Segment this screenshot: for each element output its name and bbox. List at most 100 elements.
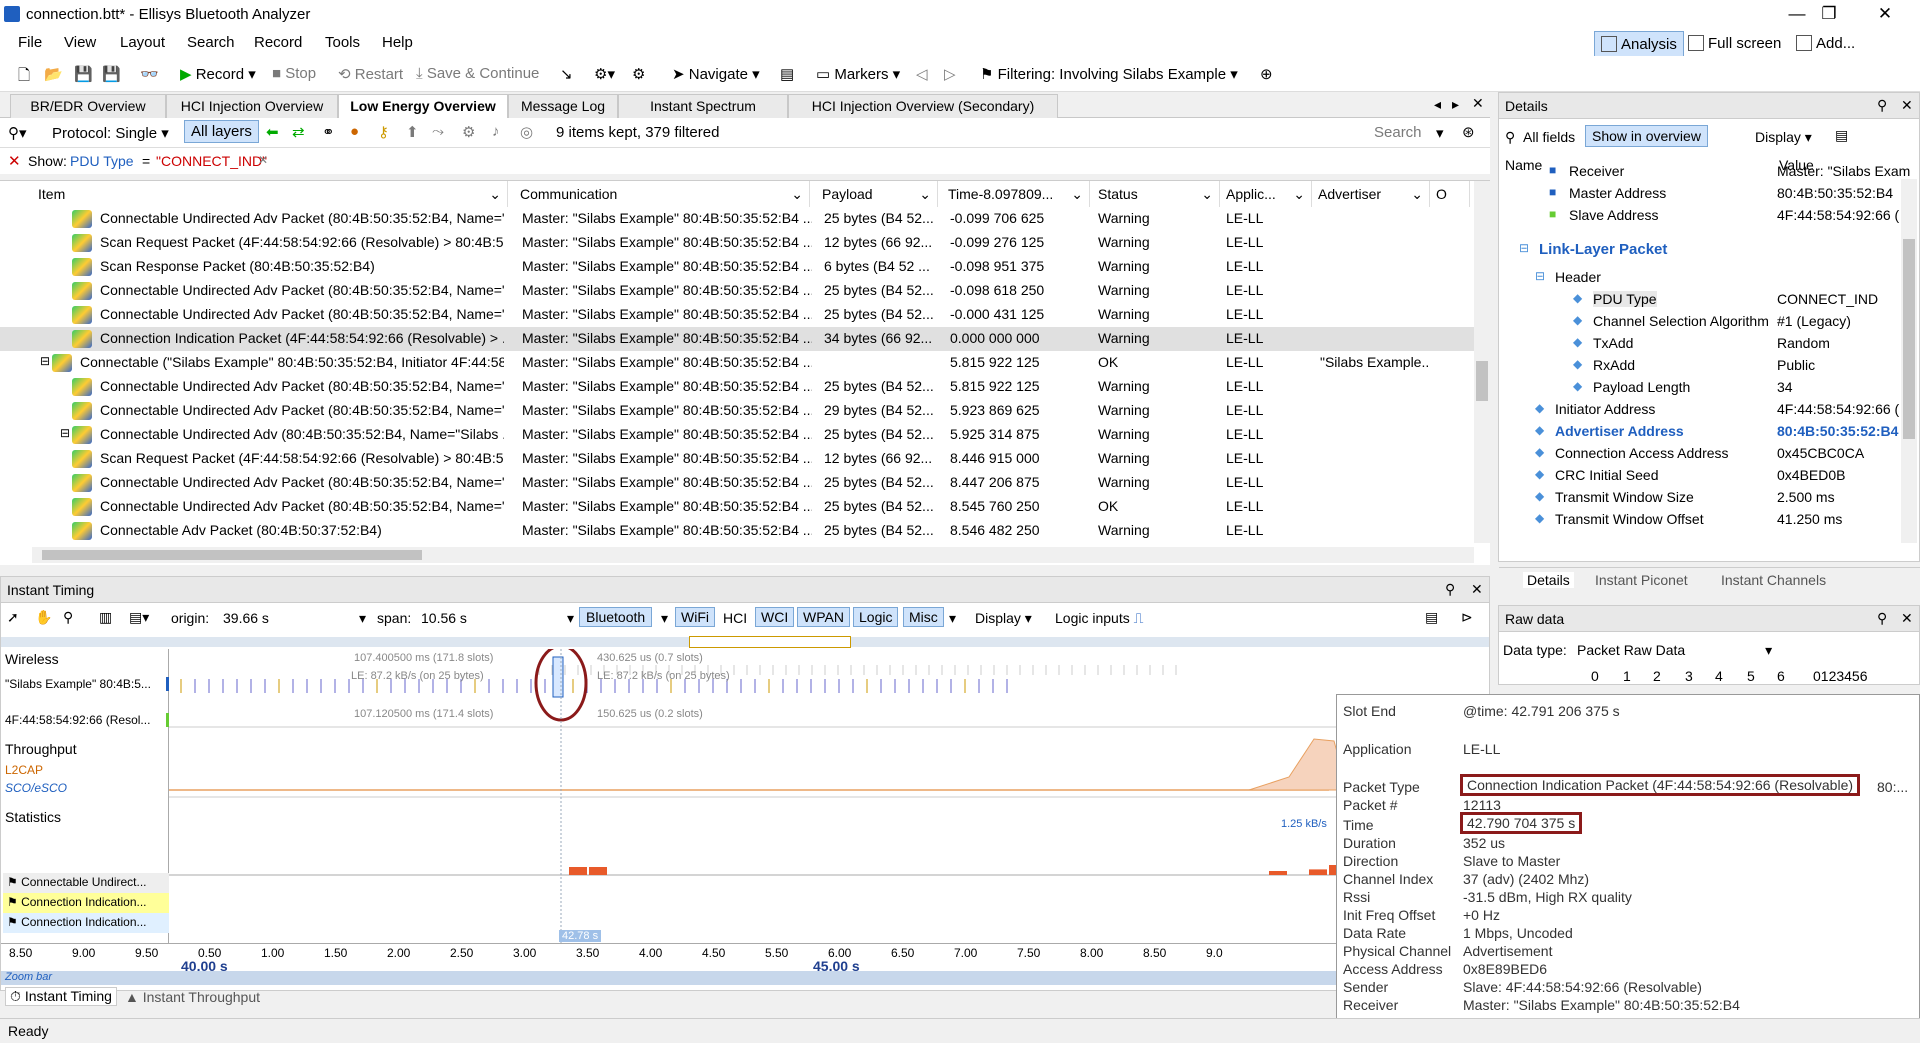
funnel-icon[interactable]: ⚲▾	[8, 124, 27, 142]
new-file-icon[interactable]: 🗋	[18, 65, 30, 90]
details-pin-icon[interactable]: ⚲	[1877, 97, 1887, 114]
remove-filter-icon[interactable]: ✕	[8, 152, 21, 170]
details-display-dropdown[interactable]: Display ▾	[1755, 129, 1812, 146]
misc-dropdown-icon[interactable]: ▾	[949, 610, 956, 627]
col-header-item[interactable]: Item ⌄	[32, 181, 508, 207]
tool-icon-2[interactable]: ⤳	[432, 123, 444, 140]
details-tab-instant-channels[interactable]: Instant Channels	[1721, 572, 1826, 588]
filter-icon[interactable]: ●	[350, 123, 359, 140]
details-tab-instant-piconet[interactable]: Instant Piconet	[1595, 572, 1688, 588]
restart-button[interactable]: ⟲ Restart	[338, 65, 403, 83]
all-fields-button[interactable]: All fields	[1523, 129, 1575, 145]
grid-vertical-scrollbar[interactable]	[1474, 181, 1490, 543]
link-icon[interactable]: ⚭	[322, 123, 335, 141]
timing-more-icon[interactable]: ⊳	[1461, 609, 1473, 626]
filter-logic[interactable]: Logic	[853, 607, 899, 627]
tool-icon-4[interactable]: ♪	[492, 123, 500, 140]
save-as-icon[interactable]: 💾	[102, 65, 121, 83]
markers-button[interactable]: ▭ Markers ▾	[816, 65, 900, 83]
save-icon[interactable]: 💾	[74, 65, 93, 83]
filter-hci[interactable]: HCI	[723, 610, 747, 626]
tab-instant-timing[interactable]: ⏱ Instant Timing	[5, 987, 117, 1006]
table-row[interactable]: Connectable Adv Packet (80:4B:50:37:52:B…	[0, 519, 1474, 543]
tab-close-icon[interactable]: ✕	[1472, 95, 1484, 112]
remove-condition-icon[interactable]: ✕	[258, 153, 268, 167]
timing-pin-icon[interactable]: ⚲	[1445, 581, 1455, 598]
filter-wci[interactable]: WCI	[755, 607, 795, 627]
set-icon[interactable]: ⚙▾	[594, 65, 615, 83]
menu-view[interactable]: View	[64, 34, 96, 51]
layout-icon[interactable]: ▥	[99, 609, 112, 626]
menu-tools[interactable]: Tools	[325, 34, 360, 51]
menu-file[interactable]: File	[18, 34, 42, 51]
table-row[interactable]: Scan Request Packet (4F:44:58:54:92:66 (…	[0, 231, 1474, 255]
search-input[interactable]: Search	[1374, 124, 1422, 141]
timing-export-icon[interactable]: ▤	[1425, 609, 1438, 626]
tab-bredr-overview[interactable]: BR/EDR Overview	[10, 94, 166, 118]
col-header-other[interactable]: O	[1430, 181, 1470, 207]
origin-input[interactable]: 39.66 s ▾	[223, 610, 366, 627]
bluetooth-dropdown-icon[interactable]: ▾	[661, 610, 668, 627]
timing-display-dropdown[interactable]: Display ▾	[975, 610, 1032, 627]
add-button[interactable]: Add...	[1790, 31, 1861, 57]
tool-icon-1[interactable]: ⬆	[406, 123, 419, 141]
collapse-toggle-icon[interactable]: ⊟	[1519, 241, 1529, 255]
tab-instant-spectrum[interactable]: Instant Spectrum	[618, 94, 788, 118]
tool-icon-5[interactable]: ◎	[520, 123, 533, 141]
legend-item-conn-ind-2[interactable]: ⚑ Connection Indication...	[3, 913, 169, 933]
tab-low-energy-overview[interactable]: Low Energy Overview	[338, 94, 508, 119]
logic-inputs-button[interactable]: Logic inputs ⎍	[1055, 610, 1143, 627]
zoom-bar[interactable]: Zoom bar	[1, 971, 1337, 985]
details-field-name[interactable]: Link-Layer Packet	[1539, 241, 1667, 258]
table-row[interactable]: Connectable Undirected Adv Packet (80:4B…	[0, 471, 1474, 495]
save-continue-button[interactable]: ⤓ Save & Continue	[416, 65, 539, 82]
raw-close-icon[interactable]: ✕	[1901, 610, 1913, 627]
stop-button[interactable]: ■ Stop	[272, 65, 316, 82]
menu-help[interactable]: Help	[382, 34, 413, 51]
details-field-name[interactable]: CRC Initial Seed	[1555, 467, 1659, 483]
timing-chart[interactable]: 107.400500 ms (171.8 slots) LE: 87.2 kB/s…	[169, 649, 1489, 949]
table-row[interactable]: Scan Request Packet (4F:44:58:54:92:66 (…	[0, 447, 1474, 471]
details-field-name[interactable]: Channel Selection Algorithm	[1593, 313, 1769, 329]
details-field-name[interactable]: Slave Address	[1569, 207, 1659, 223]
table-row[interactable]: Connectable Undirected Adv Packet (80:4B…	[0, 279, 1474, 303]
raw-pin-icon[interactable]: ⚲	[1877, 610, 1887, 627]
expand-toggle-icon[interactable]: ⊟	[40, 354, 50, 368]
hand-icon[interactable]: ✋	[35, 609, 52, 626]
navigate-button[interactable]: ➤ Navigate ▾	[672, 65, 760, 83]
table-row[interactable]: Scan Response Packet (80:4B:50:35:52:B4)…	[0, 255, 1474, 279]
options-icon[interactable]: ▤▾	[129, 609, 149, 626]
details-field-name[interactable]: Master Address	[1569, 185, 1666, 201]
details-close-icon[interactable]: ✕	[1901, 97, 1913, 114]
details-field-name[interactable]: Advertiser Address	[1555, 423, 1684, 439]
expand-toggle-icon[interactable]: ⊟	[60, 426, 70, 440]
binoculars-icon[interactable]: 👓	[140, 65, 159, 83]
menu-record[interactable]: Record	[254, 34, 302, 51]
details-tab-details[interactable]: Details	[1523, 572, 1574, 588]
show-value[interactable]: "CONNECT_IND"	[156, 153, 267, 169]
table-row[interactable]: Connectable Undirected Adv Packet (80:4B…	[0, 207, 1474, 231]
menu-layout[interactable]: Layout	[120, 34, 165, 51]
details-field-name[interactable]: Transmit Window Offset	[1555, 511, 1704, 527]
table-row[interactable]: Connection Indication Packet (4F:44:58:5…	[0, 327, 1474, 351]
details-field-name[interactable]: Receiver	[1569, 163, 1624, 179]
span-input[interactable]: 10.56 s ▾	[421, 610, 574, 627]
key-icon[interactable]: ⚷	[378, 123, 389, 141]
table-row[interactable]: Connectable Undirected Adv Packet (80:4B…	[0, 399, 1474, 423]
details-field-name[interactable]: Initiator Address	[1555, 401, 1655, 417]
next-marker-icon[interactable]: ▷	[944, 65, 956, 83]
reset-icon[interactable]: ⚙	[632, 65, 645, 83]
prev-marker-icon[interactable]: ◁	[916, 65, 928, 83]
search-dropdown-icon[interactable]: ▾	[1436, 124, 1444, 142]
search-options-icon[interactable]: ⊛	[1462, 123, 1475, 141]
details-field-name[interactable]: Connection Access Address	[1555, 445, 1729, 461]
grid-horizontal-scrollbar[interactable]	[32, 547, 1474, 563]
details-scrollbar[interactable]	[1901, 179, 1917, 543]
menu-search[interactable]: Search	[187, 34, 235, 51]
swap-arrow-icon[interactable]: ⇄	[292, 123, 305, 141]
timing-close-icon[interactable]: ✕	[1471, 581, 1483, 598]
col-header-status[interactable]: Status ⌄	[1092, 181, 1220, 207]
details-field-name[interactable]: Transmit Window Size	[1555, 489, 1694, 505]
details-field-name[interactable]: Payload Length	[1593, 379, 1690, 395]
col-header-time[interactable]: Time-8.097809... ⌄	[942, 181, 1090, 207]
